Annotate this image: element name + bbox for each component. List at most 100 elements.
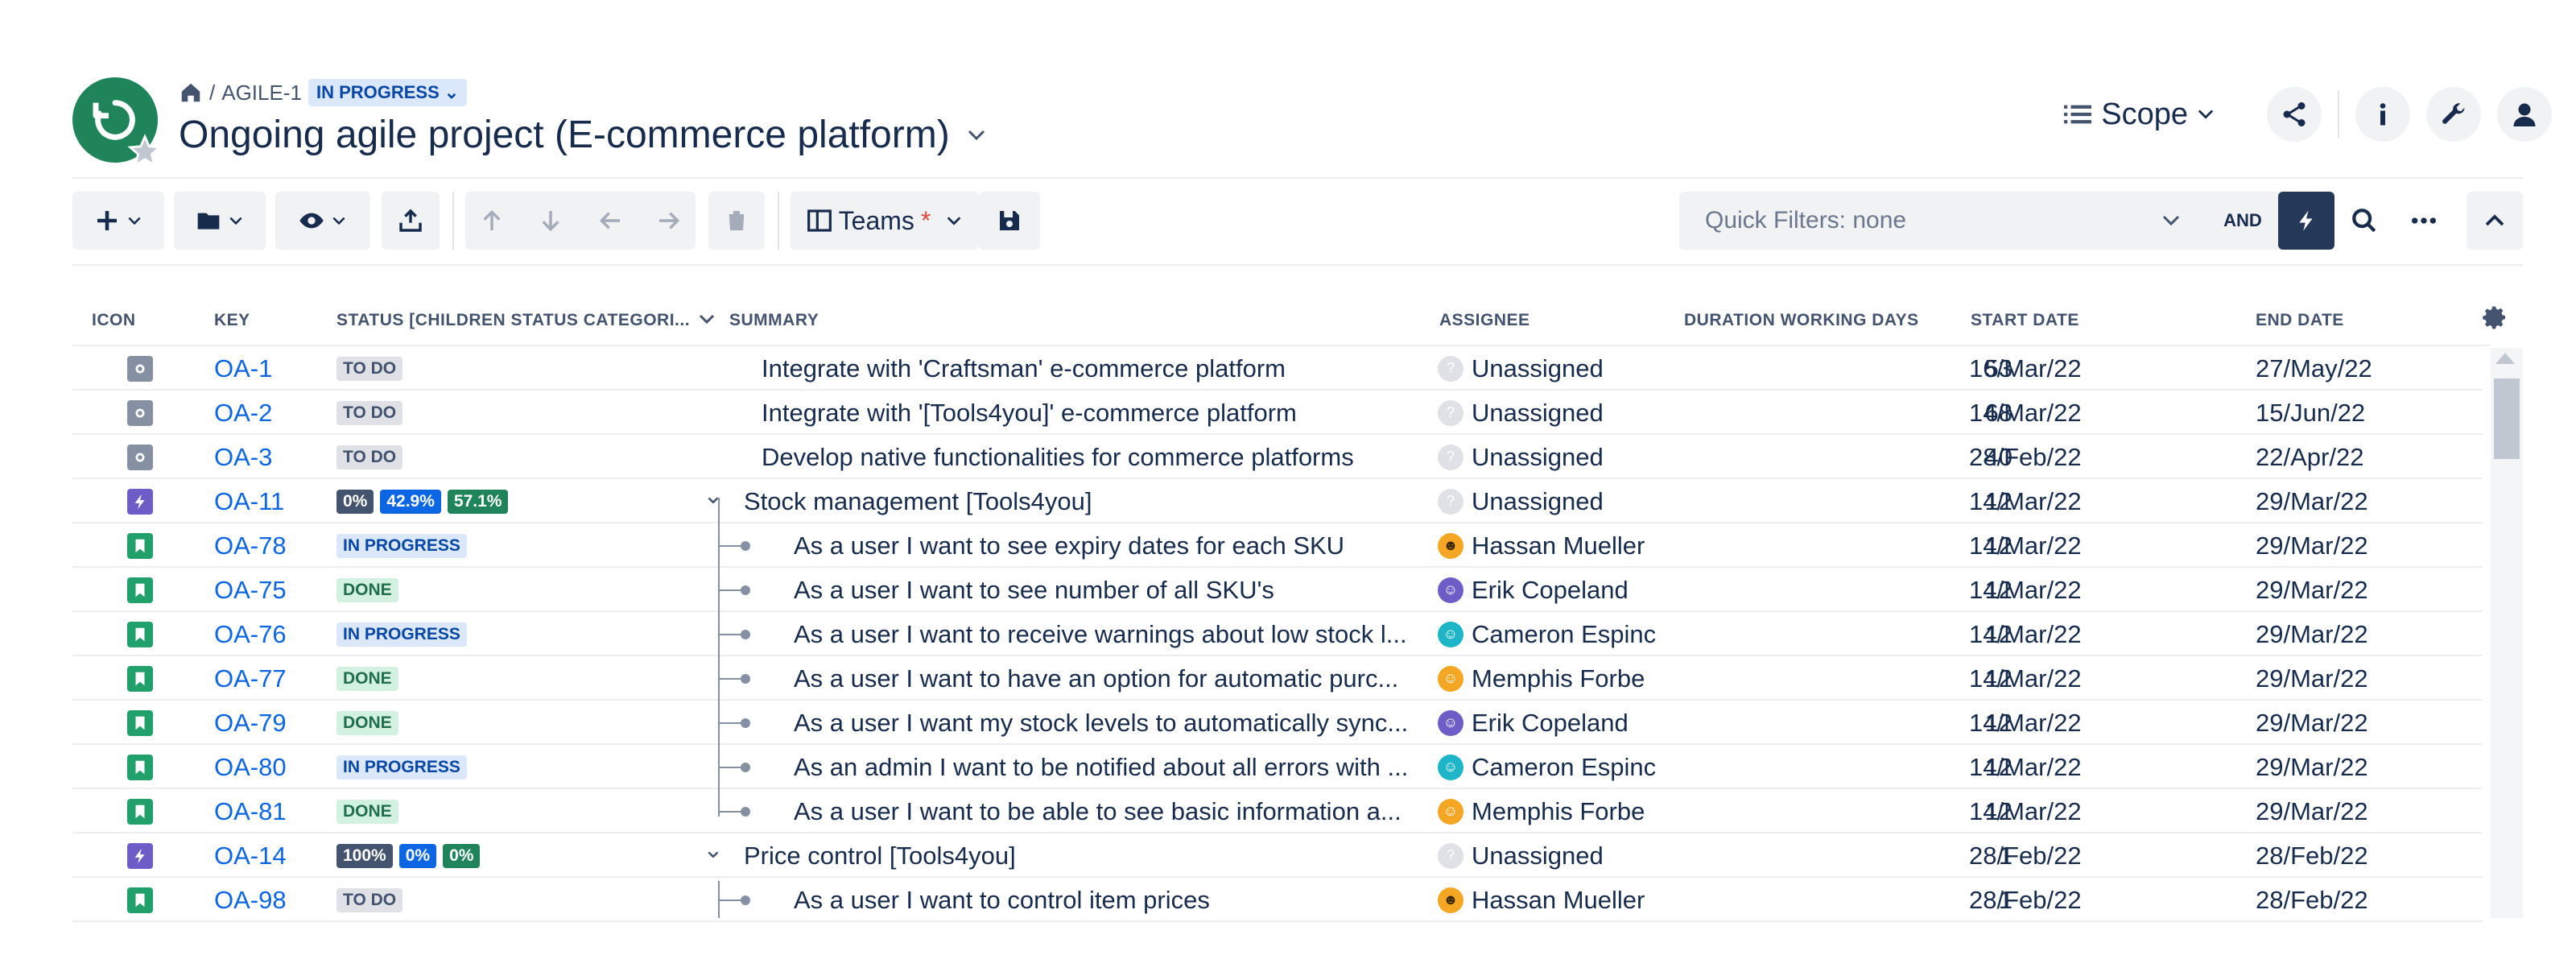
save-button[interactable] [979, 192, 1040, 250]
status-badge[interactable]: IN PROGRESS [336, 533, 467, 558]
start-date-cell[interactable]: 14/Mar/22 [1969, 656, 2211, 701]
assignee-cell[interactable]: ☻ Hassan Mueller [1438, 523, 1719, 568]
status-badge[interactable]: TO DO [336, 356, 403, 381]
epic-row[interactable]: OA-14 100% 0% 0% ⌄ Price control [Tools4you]?… [72, 833, 2483, 878]
end-date-cell[interactable]: 15/Jun/22 [2256, 391, 2497, 435]
assignee-cell[interactable]: ☻ Hassan Mueller [1438, 878, 1719, 922]
more-button[interactable] [2396, 192, 2452, 250]
breadcrumb-key[interactable]: AGILE-1 [221, 81, 302, 105]
start-date-cell[interactable]: 28/Feb/22 [1969, 878, 2211, 922]
and-toggle[interactable]: AND [2204, 192, 2281, 250]
start-date-cell[interactable]: 14/Mar/22 [1969, 391, 2211, 435]
start-date-cell[interactable]: 14/Mar/22 [1969, 523, 2211, 568]
status-badge[interactable]: IN PROGRESS ⌄ [308, 79, 468, 106]
assignee-cell[interactable]: ? Unassigned [1438, 346, 1719, 391]
table-row[interactable]: OA-77 DONE As a user I want to have an opt… [72, 656, 2483, 701]
issue-key-link[interactable]: OA-79 [214, 701, 327, 745]
assignee-cell[interactable]: ☺ Memphis Forbe [1438, 789, 1719, 833]
summary-cell[interactable]: ⌄ Stock management [Tools4you] [697, 479, 1486, 523]
status-badge[interactable]: TO DO [336, 887, 403, 912]
start-date-cell[interactable]: 28/Feb/22 [1969, 435, 2211, 479]
table-row[interactable]: OA-80 IN PROGRESS As an admin I want to be… [72, 745, 2483, 789]
arrow-right-icon[interactable] [656, 208, 682, 234]
issue-key-link[interactable]: OA-11 [214, 479, 327, 523]
view-button[interactable] [275, 192, 370, 250]
settings-button[interactable] [2426, 87, 2481, 142]
end-date-cell[interactable]: 29/Mar/22 [2256, 523, 2497, 568]
end-date-cell[interactable]: 29/Mar/22 [2256, 789, 2497, 833]
status-badge[interactable]: TO DO [336, 400, 403, 425]
summary-cell[interactable]: As a user I want to control item prices [794, 878, 1473, 922]
end-date-cell[interactable]: 29/Mar/22 [2256, 745, 2497, 789]
user-button[interactable] [2497, 87, 2552, 142]
assignee-cell[interactable]: ? Unassigned [1438, 391, 1719, 435]
scope-button[interactable]: Scope [2064, 97, 2214, 132]
end-date-cell[interactable]: 29/Mar/22 [2256, 701, 2497, 745]
favorite-star-icon[interactable] [127, 134, 163, 169]
bolt-button[interactable] [2278, 192, 2334, 250]
summary-cell[interactable]: As a user I want to see number of all SK… [794, 568, 1473, 612]
assignee-cell[interactable]: ? Unassigned [1438, 479, 1719, 523]
table-row[interactable]: OA-76 IN PROGRESS As a user I want to rece… [72, 612, 2483, 656]
table-row[interactable]: OA-98 TO DO As a user I want to control it… [72, 878, 2483, 922]
status-badge[interactable]: DONE [336, 666, 398, 691]
column-header-assignee[interactable]: ASSIGNEE [1439, 311, 1530, 330]
search-button[interactable] [2336, 192, 2392, 250]
table-row[interactable]: OA-75 DONE As a user I want to see number … [72, 568, 2483, 612]
issue-key-link[interactable]: OA-76 [214, 612, 327, 656]
start-date-cell[interactable]: 14/Mar/22 [1969, 612, 2211, 656]
end-date-cell[interactable]: 29/Mar/22 [2256, 568, 2497, 612]
issue-key-link[interactable]: OA-80 [214, 745, 327, 789]
summary-cell[interactable]: Integrate with 'Craftsman' e-commerce pl… [762, 346, 1470, 391]
column-header-summary[interactable]: SUMMARY [729, 311, 819, 330]
info-button[interactable] [2355, 87, 2410, 142]
table-row[interactable]: OA-78 IN PROGRESS As a user I want to see … [72, 523, 2483, 568]
start-date-cell[interactable]: 14/Mar/22 [1969, 479, 2211, 523]
summary-cell[interactable]: As a user I want to have an option for a… [794, 656, 1473, 701]
scroll-up-arrow[interactable] [2496, 353, 2515, 364]
issue-key-link[interactable]: OA-78 [214, 523, 327, 568]
start-date-cell[interactable]: 28/Feb/22 [1969, 833, 2211, 878]
add-button[interactable] [72, 192, 164, 250]
table-row[interactable]: OA-1 TO DO Integrate with 'Craftsman' e-co… [72, 346, 2483, 391]
collapse-button[interactable] [2467, 192, 2523, 250]
summary-cell[interactable]: As an admin I want to be notified about … [794, 745, 1473, 789]
table-row[interactable]: OA-79 DONE As a user I want my stock level… [72, 701, 2483, 745]
assignee-cell[interactable]: ☺ Cameron Espinc [1438, 745, 1719, 789]
column-header-key[interactable]: KEY [214, 311, 250, 330]
status-badge[interactable]: TO DO [336, 445, 403, 469]
status-badge[interactable]: IN PROGRESS [336, 755, 467, 780]
summary-cell[interactable]: ⌄ Price control [Tools4you] [697, 833, 1486, 878]
home-icon[interactable] [179, 81, 203, 105]
assignee-cell[interactable]: ☺ Erik Copeland [1438, 701, 1719, 745]
arrow-left-icon[interactable] [597, 208, 623, 234]
end-date-cell[interactable]: 29/Mar/22 [2256, 612, 2497, 656]
assignee-cell[interactable]: ? Unassigned [1438, 833, 1719, 878]
chevron-down-icon[interactable]: ⌄ [697, 836, 729, 864]
arrow-down-icon[interactable] [538, 208, 564, 234]
status-badge[interactable]: DONE [336, 710, 398, 735]
start-date-cell[interactable]: 16/Mar/22 [1969, 346, 2211, 391]
column-header-end-date[interactable]: END DATE [2256, 311, 2344, 330]
issue-key-link[interactable]: OA-3 [214, 435, 327, 479]
status-badge[interactable]: DONE [336, 799, 398, 824]
end-date-cell[interactable]: 28/Feb/22 [2256, 878, 2497, 922]
expand-all-icon[interactable] [697, 309, 716, 329]
summary-cell[interactable]: As a user I want my stock levels to auto… [794, 701, 1473, 745]
start-date-cell[interactable]: 14/Mar/22 [1969, 745, 2211, 789]
issue-key-link[interactable]: OA-98 [214, 878, 327, 922]
issue-key-link[interactable]: OA-75 [214, 568, 327, 612]
delete-button[interactable] [708, 192, 765, 250]
chevron-down-icon[interactable]: ⌄ [697, 482, 729, 510]
folder-button[interactable] [174, 192, 266, 250]
assignee-cell[interactable]: ☺ Memphis Forbe [1438, 656, 1719, 701]
column-header-status[interactable]: STATUS [CHILDREN STATUS CATEGORI... [336, 311, 690, 330]
assignee-cell[interactable]: ? Unassigned [1438, 435, 1719, 479]
column-header-duration[interactable]: DURATION WORKING DAYS [1684, 311, 1919, 330]
teams-button[interactable]: Teams * [791, 192, 979, 250]
epic-row[interactable]: OA-11 0% 42.9% 57.1% ⌄ Stock management [Tool… [72, 479, 2483, 523]
end-date-cell[interactable]: 22/Apr/22 [2256, 435, 2497, 479]
summary-cell[interactable]: As a user I want to receive warnings abo… [794, 612, 1473, 656]
summary-cell[interactable]: As a user I want to be able to see basic… [794, 789, 1473, 833]
issue-key-link[interactable]: OA-81 [214, 789, 327, 833]
